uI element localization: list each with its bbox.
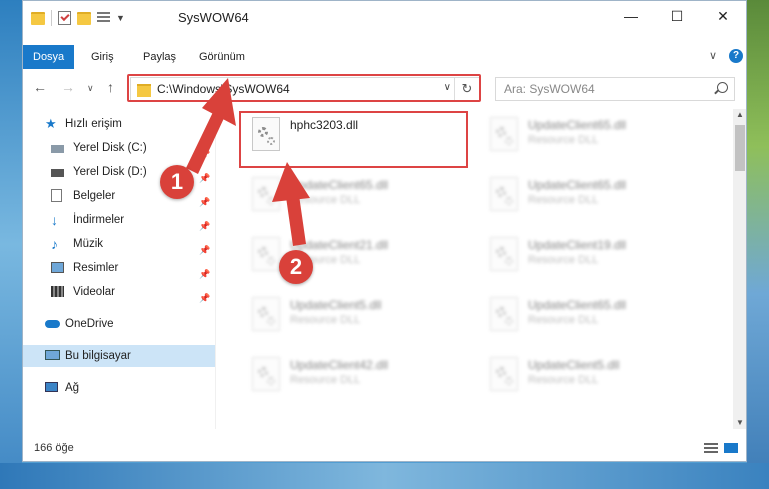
callout-badge-two: 2	[279, 250, 313, 284]
callout-badge-one: 1	[160, 165, 194, 199]
arrow-one-shaft	[186, 110, 225, 174]
callout-arrows	[186, 78, 310, 246]
arrow-two-head	[272, 162, 310, 202]
